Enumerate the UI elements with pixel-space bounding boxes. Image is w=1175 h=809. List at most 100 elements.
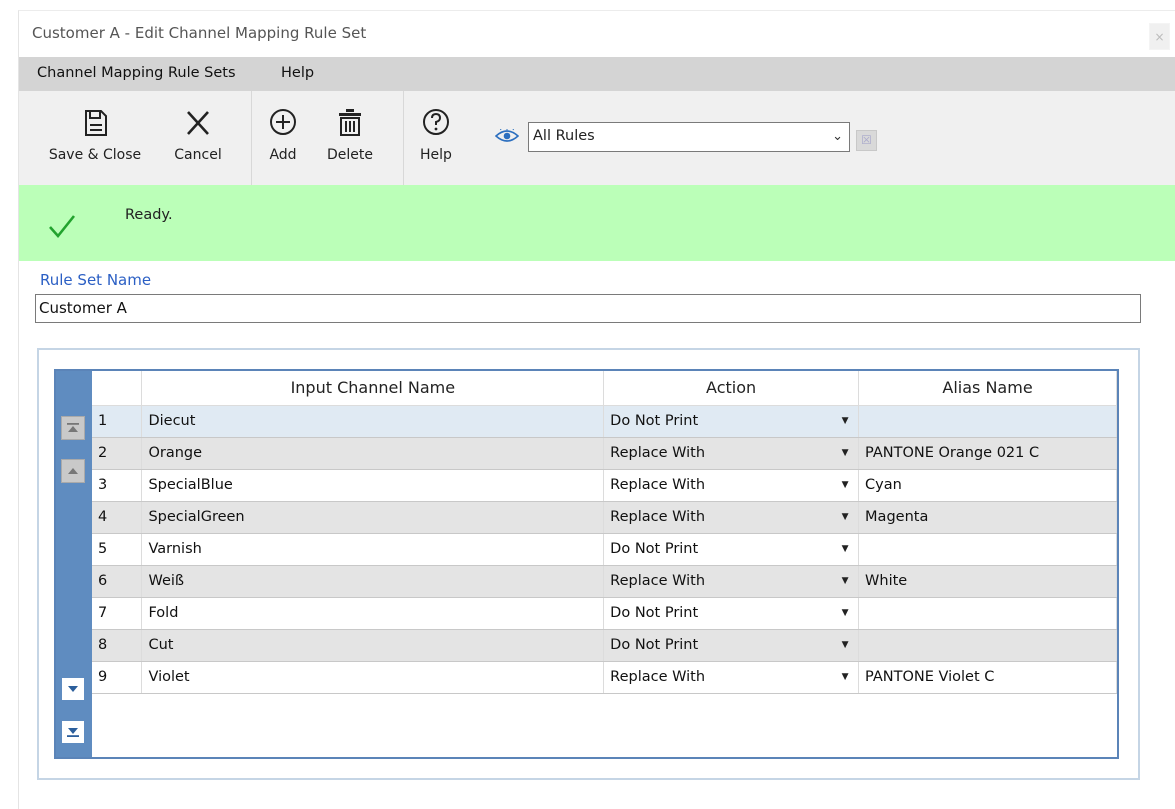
- action-value: Replace With: [610, 669, 706, 685]
- row-number-cell: 2: [92, 437, 143, 470]
- help-icon: [423, 109, 449, 135]
- table-row[interactable]: 1 Diecut Do Not Print ▼: [92, 405, 1117, 438]
- alias-name-cell[interactable]: Magenta: [858, 501, 1117, 534]
- delete-label: Delete: [327, 147, 373, 163]
- row-number-cell: 3: [92, 469, 143, 502]
- alias-name-cell[interactable]: PANTONE Violet C: [858, 661, 1117, 694]
- input-channel-name-cell[interactable]: Violet: [141, 661, 605, 694]
- dropdown-arrow-icon[interactable]: ▼: [832, 566, 858, 597]
- action-value: Replace With: [610, 573, 706, 589]
- menu-channel-mapping-rule-sets[interactable]: Channel Mapping Rule Sets: [37, 65, 236, 81]
- table-row[interactable]: 9 Violet Replace With ▼ PANTONE Violet C: [92, 661, 1117, 694]
- save-close-button[interactable]: Save & Close: [43, 105, 147, 163]
- input-channel-name-cell[interactable]: Weiß: [141, 565, 605, 598]
- save-icon: [85, 110, 107, 136]
- action-cell[interactable]: Do Not Print ▼: [603, 597, 860, 630]
- rule-filter-select[interactable]: All Rules ⌄: [528, 122, 850, 152]
- move-to-bottom-button[interactable]: [61, 720, 85, 744]
- trash-icon: [339, 109, 361, 136]
- input-channel-name-cell[interactable]: SpecialGreen: [141, 501, 605, 534]
- table-row[interactable]: 8 Cut Do Not Print ▼: [92, 629, 1117, 662]
- alias-name-cell[interactable]: [858, 405, 1117, 438]
- dropdown-arrow-icon[interactable]: ▼: [832, 598, 858, 629]
- dropdown-arrow-icon[interactable]: ▼: [832, 470, 858, 501]
- table-row[interactable]: 2 Orange Replace With ▼ PANTONE Orange 021 C: [92, 437, 1117, 470]
- rule-set-name-input[interactable]: Customer A: [35, 294, 1141, 323]
- add-button[interactable]: Add: [261, 105, 305, 163]
- help-label: Help: [420, 147, 452, 163]
- action-value: Replace With: [610, 509, 706, 525]
- input-channel-name-cell[interactable]: Fold: [141, 597, 605, 630]
- move-to-top-button[interactable]: [61, 416, 85, 440]
- action-cell[interactable]: Replace With ▼: [603, 437, 860, 470]
- plus-circle-icon: [270, 109, 296, 135]
- edit-rule-set-window: Customer A - Edit Channel Mapping Rule S…: [18, 10, 1175, 809]
- column-header-input-channel-name[interactable]: Input Channel Name: [141, 371, 605, 406]
- action-cell[interactable]: Do Not Print ▼: [603, 533, 860, 566]
- column-header-row-number: [92, 371, 143, 406]
- rule-filter-value: All Rules: [533, 128, 595, 144]
- status-text: Ready.: [125, 207, 173, 223]
- alias-name-cell[interactable]: White: [858, 565, 1117, 598]
- table-row[interactable]: 4 SpecialGreen Replace With ▼ Magenta: [92, 501, 1117, 534]
- alias-name-cell[interactable]: [858, 597, 1117, 630]
- menu-bar: Channel Mapping Rule Sets Help: [19, 57, 1175, 91]
- dropdown-arrow-icon[interactable]: ▼: [832, 438, 858, 469]
- alias-name-cell[interactable]: [858, 533, 1117, 566]
- menu-help[interactable]: Help: [281, 65, 314, 81]
- action-cell[interactable]: Replace With ▼: [603, 661, 860, 694]
- alias-name-cell[interactable]: Cyan: [858, 469, 1117, 502]
- delete-button[interactable]: Delete: [321, 105, 379, 163]
- input-channel-name-cell[interactable]: Diecut: [141, 405, 605, 438]
- action-value: Do Not Print: [610, 413, 699, 429]
- cancel-button[interactable]: Cancel: [169, 105, 227, 163]
- alias-name-cell[interactable]: PANTONE Orange 021 C: [858, 437, 1117, 470]
- dropdown-arrow-icon[interactable]: ▼: [832, 406, 858, 437]
- rules-grid-container: Input Channel Name Action Alias Name 1 Di…: [37, 348, 1140, 780]
- check-icon: [49, 215, 76, 239]
- action-value: Replace With: [610, 477, 706, 493]
- toolbar: Save & Close Cancel Add Delete Help All …: [19, 91, 1175, 185]
- column-header-alias-name[interactable]: Alias Name: [858, 371, 1117, 406]
- action-cell[interactable]: Replace With ▼: [603, 469, 860, 502]
- input-channel-name-cell[interactable]: SpecialBlue: [141, 469, 605, 502]
- action-value: Do Not Print: [610, 637, 699, 653]
- table-row[interactable]: 3 SpecialBlue Replace With ▼ Cyan: [92, 469, 1117, 502]
- help-button[interactable]: Help: [415, 105, 457, 163]
- move-down-button[interactable]: [61, 677, 85, 701]
- column-header-action[interactable]: Action: [603, 371, 860, 406]
- input-channel-name-cell[interactable]: Orange: [141, 437, 605, 470]
- table-row[interactable]: 5 Varnish Do Not Print ▼: [92, 533, 1117, 566]
- dropdown-arrow-icon[interactable]: ▼: [832, 630, 858, 661]
- input-channel-name-cell[interactable]: Varnish: [141, 533, 605, 566]
- cancel-label: Cancel: [174, 147, 222, 163]
- action-cell[interactable]: Replace With ▼: [603, 501, 860, 534]
- move-up-button[interactable]: [61, 459, 85, 483]
- action-cell[interactable]: Do Not Print ▼: [603, 629, 860, 662]
- row-number-cell: 5: [92, 533, 143, 566]
- row-number-cell: 6: [92, 565, 143, 598]
- action-cell[interactable]: Replace With ▼: [603, 565, 860, 598]
- title-bar: Customer A - Edit Channel Mapping Rule S…: [19, 11, 1175, 56]
- action-cell[interactable]: Do Not Print ▼: [603, 405, 860, 438]
- close-icon[interactable]: ×: [1149, 23, 1170, 50]
- move-to-top-icon: [67, 423, 79, 432]
- input-channel-name-cell[interactable]: Cut: [141, 629, 605, 662]
- row-number-cell: 8: [92, 629, 143, 662]
- toolbar-separator: [251, 91, 252, 185]
- move-to-bottom-icon: [67, 728, 79, 737]
- table-row[interactable]: 6 Weiß Replace With ▼ White: [92, 565, 1117, 598]
- status-bar: Ready.: [19, 185, 1175, 261]
- eye-icon: [495, 129, 519, 142]
- dropdown-arrow-icon[interactable]: ▼: [832, 662, 858, 693]
- clear-filter-icon[interactable]: ☒: [856, 130, 877, 151]
- action-value: Do Not Print: [610, 605, 699, 621]
- action-value: Do Not Print: [610, 541, 699, 557]
- table-row[interactable]: 7 Fold Do Not Print ▼: [92, 597, 1117, 630]
- dropdown-arrow-icon[interactable]: ▼: [832, 502, 858, 533]
- dropdown-arrow-icon[interactable]: ▼: [832, 534, 858, 565]
- add-label: Add: [269, 147, 297, 163]
- row-number-cell: 7: [92, 597, 143, 630]
- row-navigation-strip: [56, 371, 92, 757]
- alias-name-cell[interactable]: [858, 629, 1117, 662]
